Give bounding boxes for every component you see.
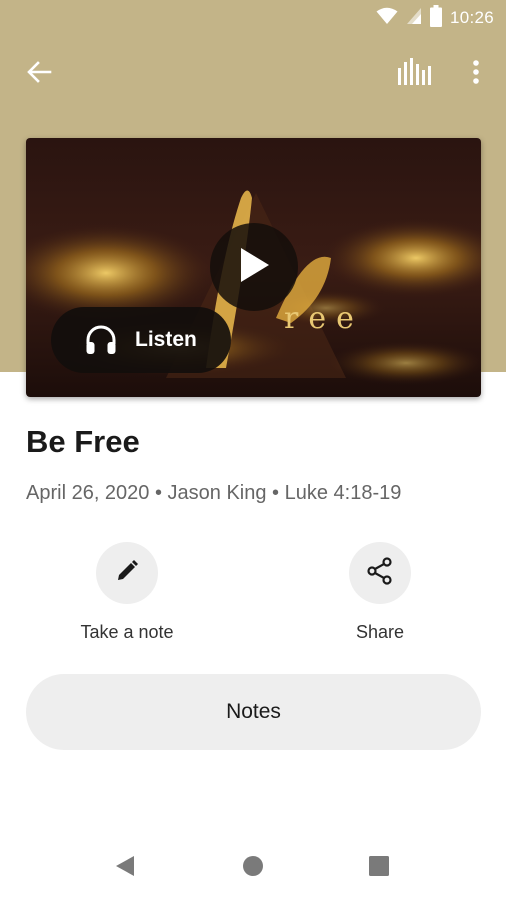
headphones-icon bbox=[84, 323, 118, 357]
wifi-icon bbox=[376, 7, 398, 30]
listen-label: Listen bbox=[135, 328, 197, 351]
status-bar: 10:26 bbox=[0, 0, 506, 36]
system-nav-bar bbox=[0, 836, 506, 900]
take-note-label: Take a note bbox=[80, 622, 174, 642]
equalizer-button[interactable] bbox=[392, 52, 436, 96]
battery-icon bbox=[429, 4, 442, 32]
share-label: Share bbox=[355, 622, 405, 642]
nav-recents-icon bbox=[368, 855, 390, 882]
play-button[interactable] bbox=[210, 223, 298, 311]
signal-icon bbox=[406, 7, 422, 30]
share-icon bbox=[366, 556, 394, 590]
svg-text:ree: ree bbox=[284, 301, 364, 336]
share-button[interactable]: Share bbox=[310, 542, 450, 652]
take-note-circle bbox=[96, 542, 158, 604]
back-arrow-icon bbox=[26, 59, 52, 90]
notes-button[interactable]: Notes bbox=[26, 674, 481, 750]
status-icons: 10:26 bbox=[376, 4, 494, 32]
status-time: 10:26 bbox=[449, 8, 494, 27]
nav-home-icon bbox=[242, 855, 264, 882]
share-circle bbox=[349, 542, 411, 604]
nav-back-button[interactable] bbox=[103, 848, 147, 888]
nav-back-icon bbox=[114, 854, 136, 883]
play-icon bbox=[237, 246, 271, 289]
nav-recents-button[interactable] bbox=[357, 848, 401, 888]
take-note-button[interactable]: Take a note bbox=[57, 542, 197, 652]
equalizer-icon bbox=[397, 57, 431, 91]
sermon-media-card[interactable]: ree Listen bbox=[26, 138, 481, 397]
sermon-title: Be Free bbox=[26, 424, 140, 459]
nav-home-button[interactable] bbox=[231, 848, 275, 888]
more-options-button[interactable] bbox=[454, 52, 498, 96]
sermon-meta: April 26, 2020 • Jason King • Luke 4:18-… bbox=[26, 482, 402, 504]
notes-label: Notes bbox=[226, 700, 281, 723]
pencil-icon bbox=[115, 559, 139, 588]
listen-button[interactable]: Listen bbox=[51, 307, 231, 373]
back-button[interactable] bbox=[17, 52, 61, 96]
app-bar bbox=[0, 48, 506, 100]
more-vert-icon bbox=[472, 59, 480, 90]
